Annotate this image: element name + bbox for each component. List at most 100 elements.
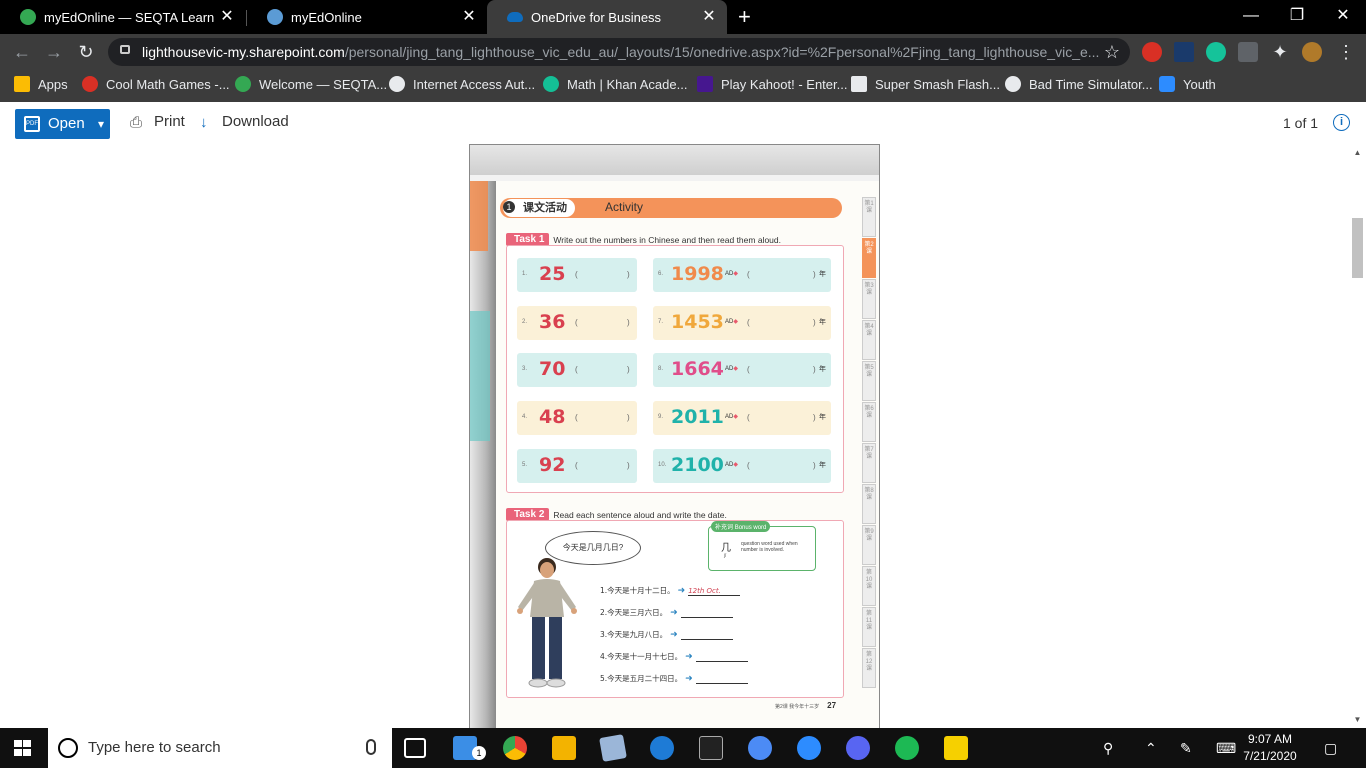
microphone-icon[interactable]: [366, 739, 376, 755]
scroll-down-icon[interactable]: ▼: [1352, 715, 1363, 724]
pen-icon[interactable]: ✎: [1180, 740, 1192, 757]
k-extension-icon[interactable]: [1238, 42, 1258, 62]
task-view-icon[interactable]: [404, 738, 426, 758]
menu-kebab-icon[interactable]: ⋮: [1336, 42, 1356, 62]
year-value: 1664: [671, 358, 724, 380]
bookmark-label: Bad Time Simulator...: [1029, 76, 1153, 92]
address-bar[interactable]: lighthousevic-my.sharepoint.com/personal…: [108, 38, 1130, 66]
taskbar-search[interactable]: Type here to search: [48, 728, 392, 768]
bookmark-khan[interactable]: Math | Khan Acade...: [543, 70, 687, 98]
paren-close: ): [627, 413, 630, 422]
clock-date: 7/21/2020: [1243, 749, 1297, 763]
sentence-row: 3.今天是九月八日。 ➜: [600, 629, 733, 640]
item-index: 2.: [522, 319, 528, 325]
bookmark-label: Apps: [38, 76, 68, 92]
lesson-tab: 第5课: [862, 361, 876, 401]
year-cell: 7. 1453 AD◆ ( ) 年: [653, 306, 831, 340]
system-clock[interactable]: 9:07 AM 7/21/2020: [1235, 731, 1305, 765]
people-icon[interactable]: ⚲: [1103, 740, 1113, 757]
number-cell: 2. 36 ( ): [517, 306, 637, 340]
bookmark-star-icon[interactable]: ☆: [1102, 42, 1122, 62]
url-path: /personal/jing_tang_lighthouse_vic_edu_a…: [344, 44, 1100, 60]
play-extension-icon[interactable]: [1174, 42, 1194, 62]
download-button[interactable]: Download: [222, 113, 289, 130]
bookmark-label: Youth: [1183, 76, 1216, 92]
new-tab-button[interactable]: +: [738, 6, 751, 28]
sentence-row: 2.今天是三月六日。 ➜: [600, 607, 733, 618]
lesson-tab: 第4课: [862, 320, 876, 360]
chromium-icon[interactable]: [748, 736, 772, 760]
tab-title: myEdOnline: [291, 9, 362, 25]
print-button[interactable]: Print: [154, 113, 185, 130]
back-button[interactable]: ←: [12, 42, 32, 62]
arrow-icon: ◆: [733, 414, 738, 420]
spotify-icon[interactable]: [895, 736, 919, 760]
year-char: 年: [819, 414, 826, 421]
discord-icon[interactable]: [846, 736, 870, 760]
task1-description: Write out the numbers in Chinese and the…: [553, 234, 781, 245]
zoom-icon: [1159, 76, 1175, 92]
pdf-viewer[interactable]: 课文活动 1 Activity Task 1 Write out the num…: [0, 144, 1366, 728]
paren-open: (: [747, 365, 750, 374]
globe-icon: [267, 9, 283, 25]
onedrive-cloud-icon: [507, 12, 523, 22]
terminal-icon[interactable]: [699, 736, 723, 760]
chrome-icon[interactable]: [503, 736, 527, 760]
minimize-button[interactable]: —: [1228, 0, 1274, 34]
bookmark-seqta[interactable]: Welcome — SEQTA...: [235, 70, 387, 98]
year-value: 2100: [671, 454, 724, 476]
bookmark-cool-math[interactable]: Cool Math Games -...: [82, 70, 230, 98]
reload-button[interactable]: ↻: [76, 42, 96, 62]
paren-open: (: [575, 413, 578, 422]
store-icon[interactable]: [552, 736, 576, 760]
year-cell: 9. 2011 AD◆ ( ) 年: [653, 401, 831, 435]
scroll-up-icon[interactable]: ▲: [1352, 148, 1363, 157]
close-icon[interactable]: ✕: [219, 9, 235, 25]
globe-icon: [389, 76, 405, 92]
zoom-icon[interactable]: [797, 736, 821, 760]
tab-onedrive[interactable]: OneDrive for Business ✕: [487, 0, 727, 34]
lesson-tab: 第1课: [862, 197, 876, 237]
adblock-extension-icon[interactable]: [1142, 42, 1162, 62]
open-button[interactable]: PDF Open ▾: [15, 109, 110, 139]
bookmark-bad-time[interactable]: Bad Time Simulator...: [1005, 70, 1153, 98]
year-char: 年: [819, 366, 826, 373]
item-index: 7.: [658, 319, 664, 325]
sticky-notes-icon[interactable]: [944, 736, 968, 760]
year-cell: 8. 1664 AD◆ ( ) 年: [653, 353, 831, 387]
info-icon[interactable]: i: [1333, 114, 1350, 131]
tab-myedonline-seqta[interactable]: myEdOnline — SEQTA Learn ✕: [0, 0, 245, 34]
close-icon[interactable]: ✕: [461, 9, 477, 25]
restore-button[interactable]: ❐: [1274, 0, 1320, 34]
activity-header: 课文活动 1 Activity: [500, 198, 842, 218]
number-cell: 4. 48 ( ): [517, 401, 637, 435]
chevron-up-icon[interactable]: ⌃: [1145, 740, 1157, 757]
extensions-puzzle-icon[interactable]: ✦: [1270, 42, 1290, 62]
paren-close: ): [627, 365, 630, 374]
window-close-button[interactable]: ✕: [1320, 0, 1366, 34]
forward-button[interactable]: →: [44, 42, 64, 62]
scrollbar-thumb[interactable]: [1352, 218, 1363, 278]
edge-icon[interactable]: [650, 736, 674, 760]
clock-time: 9:07 AM: [1247, 732, 1293, 746]
tab-myedonline[interactable]: myEdOnline ✕: [247, 0, 487, 34]
keyboard-icon[interactable]: ⌨: [1216, 740, 1236, 757]
bookmark-smash[interactable]: Super Smash Flash...: [851, 70, 1000, 98]
notifications-icon[interactable]: ▢: [1324, 740, 1337, 757]
windows-start-button[interactable]: [14, 740, 31, 756]
lesson-tab: 第2课: [862, 238, 876, 278]
speech-text: 今天是几月几日?: [562, 543, 624, 552]
lock-icon: [120, 45, 130, 54]
close-icon[interactable]: ✕: [701, 9, 717, 25]
avatar[interactable]: [1302, 42, 1322, 62]
browser-tab-bar: myEdOnline — SEQTA Learn ✕ myEdOnline ✕ …: [0, 0, 1366, 34]
sentence-row: 4.今天是十一月十七日。 ➜: [600, 651, 748, 662]
paren-close: ): [813, 318, 816, 327]
bookmark-kahoot[interactable]: Play Kahoot! - Enter...: [697, 70, 847, 98]
bookmark-internet-access[interactable]: Internet Access Aut...: [389, 70, 535, 98]
bookmark-apps[interactable]: Apps: [14, 70, 68, 98]
bookmark-youth[interactable]: Youth: [1159, 70, 1216, 98]
arrow-icon: ◆: [733, 462, 738, 468]
grammarly-icon[interactable]: [1206, 42, 1226, 62]
paint-icon[interactable]: [599, 734, 627, 762]
